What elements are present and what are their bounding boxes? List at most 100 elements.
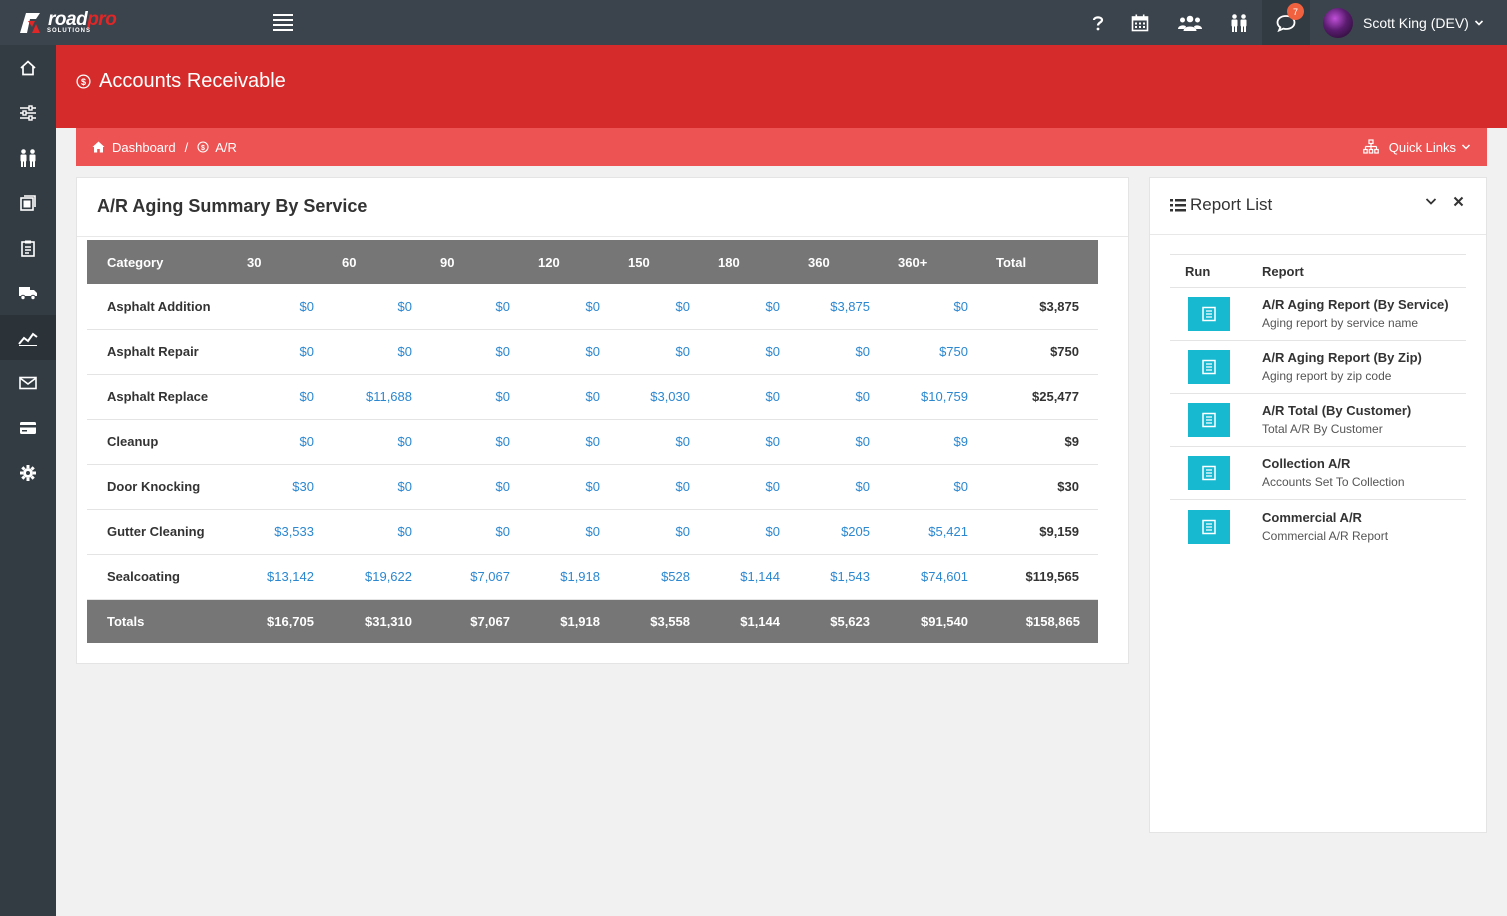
run-report-button[interactable] bbox=[1188, 403, 1230, 437]
amount-link[interactable]: $0 bbox=[237, 284, 332, 330]
amount-link[interactable]: $0 bbox=[618, 329, 708, 375]
report-name[interactable]: Commercial A/R bbox=[1262, 509, 1388, 527]
run-report-button[interactable] bbox=[1188, 509, 1230, 544]
close-icon[interactable] bbox=[1453, 196, 1464, 207]
amount-link[interactable]: $0 bbox=[332, 329, 430, 375]
sidebar-item-tasks[interactable] bbox=[0, 225, 56, 270]
amount-link[interactable]: $0 bbox=[332, 419, 430, 465]
amount-link[interactable]: $0 bbox=[430, 284, 528, 330]
quick-links-dropdown[interactable]: Quick Links bbox=[1362, 128, 1471, 166]
report-name[interactable]: A/R Aging Report (By Zip) bbox=[1262, 349, 1422, 367]
amount-link[interactable]: $0 bbox=[430, 464, 528, 510]
report-name[interactable]: Collection A/R bbox=[1262, 455, 1405, 473]
amount-link[interactable]: $7,067 bbox=[430, 554, 528, 600]
menu-toggle-button[interactable] bbox=[273, 14, 293, 31]
amount-link[interactable]: $74,601 bbox=[888, 554, 986, 600]
amount-link[interactable]: $0 bbox=[618, 419, 708, 465]
amount-link[interactable]: $0 bbox=[332, 284, 430, 330]
amount-link[interactable]: $5,421 bbox=[888, 509, 986, 555]
amount-link[interactable]: $1,144 bbox=[708, 554, 798, 600]
amount-link[interactable]: $0 bbox=[618, 284, 708, 330]
amount-link[interactable]: $0 bbox=[798, 464, 888, 510]
roadpro-logo[interactable]: roadpro SOLUTIONS bbox=[18, 9, 128, 35]
amount-link[interactable]: $0 bbox=[888, 464, 986, 510]
calendar-button[interactable] bbox=[1126, 0, 1154, 45]
help-button[interactable] bbox=[1084, 0, 1112, 45]
amount-link[interactable]: $10,759 bbox=[888, 374, 986, 420]
amount-link[interactable]: $0 bbox=[528, 284, 618, 330]
user-menu[interactable]: Scott King (DEV) bbox=[1323, 6, 1484, 40]
amount-link[interactable]: $19,622 bbox=[332, 554, 430, 600]
amount-link[interactable]: $1,543 bbox=[798, 554, 888, 600]
breadcrumb-separator: / bbox=[184, 139, 189, 155]
row-total-cell: $30 bbox=[986, 464, 1098, 510]
sidebar-item-people[interactable] bbox=[0, 135, 56, 180]
report-document-icon bbox=[1202, 519, 1216, 534]
amount-link[interactable]: $0 bbox=[332, 464, 430, 510]
amount-link[interactable]: $0 bbox=[528, 419, 618, 465]
amount-link[interactable]: $0 bbox=[708, 419, 798, 465]
amount-link[interactable]: $0 bbox=[528, 509, 618, 555]
amount-link[interactable]: $0 bbox=[888, 284, 986, 330]
breadcrumb-dashboard-link[interactable]: Dashboard bbox=[92, 140, 176, 155]
amount-link[interactable]: $0 bbox=[332, 509, 430, 555]
sidebar-item-catalog[interactable] bbox=[0, 180, 56, 225]
amount-link[interactable]: $13,142 bbox=[237, 554, 332, 600]
amount-link[interactable]: $1,918 bbox=[528, 554, 618, 600]
amount-link[interactable]: $0 bbox=[618, 464, 708, 510]
column-header: 150 bbox=[618, 240, 708, 284]
amount-link[interactable]: $3,875 bbox=[798, 284, 888, 330]
run-report-button[interactable] bbox=[1188, 297, 1230, 331]
amount-link[interactable]: $11,688 bbox=[332, 374, 430, 420]
amount-link[interactable]: $0 bbox=[708, 509, 798, 555]
sidebar-item-reports[interactable] bbox=[0, 315, 56, 360]
people-button[interactable] bbox=[1224, 0, 1254, 45]
amount-link[interactable]: $0 bbox=[430, 374, 528, 420]
amount-link[interactable]: $0 bbox=[528, 464, 618, 510]
amount-link[interactable]: $0 bbox=[708, 329, 798, 375]
amount-link[interactable]: $0 bbox=[430, 329, 528, 375]
amount-link[interactable]: $0 bbox=[528, 374, 618, 420]
amount-link[interactable]: $0 bbox=[237, 329, 332, 375]
users-group-button[interactable] bbox=[1173, 0, 1207, 45]
sidebar-item-trucks[interactable] bbox=[0, 270, 56, 315]
chevron-down-icon bbox=[1461, 144, 1471, 150]
amount-link[interactable]: $3,533 bbox=[237, 509, 332, 555]
amount-link[interactable]: $0 bbox=[528, 329, 618, 375]
total-amount-cell: $1,144 bbox=[708, 599, 798, 643]
totals-row: Totals $16,705 $31,310 $7,067 $1,918 $3,558 $1… bbox=[87, 599, 1098, 643]
sidebar-item-home[interactable] bbox=[0, 45, 56, 90]
sidebar-item-mail[interactable] bbox=[0, 360, 56, 405]
amount-link[interactable]: $9 bbox=[888, 419, 986, 465]
user-name: Scott King (DEV) bbox=[1363, 15, 1469, 31]
sidebar-item-settings-sliders[interactable] bbox=[0, 90, 56, 135]
sidebar-item-payments[interactable] bbox=[0, 405, 56, 450]
amount-link[interactable]: $750 bbox=[888, 329, 986, 375]
amount-link[interactable]: $528 bbox=[618, 554, 708, 600]
total-amount-cell: $158,865 bbox=[986, 599, 1098, 643]
collapse-chevron-icon[interactable] bbox=[1425, 197, 1437, 206]
amount-link[interactable]: $0 bbox=[237, 374, 332, 420]
amount-link[interactable]: $0 bbox=[430, 509, 528, 555]
amount-link[interactable]: $0 bbox=[708, 374, 798, 420]
run-report-button[interactable] bbox=[1188, 456, 1230, 490]
amount-link[interactable]: $0 bbox=[618, 509, 708, 555]
category-cell: Asphalt Repair bbox=[87, 329, 237, 375]
amount-link[interactable]: $205 bbox=[798, 509, 888, 555]
amount-link[interactable]: $0 bbox=[237, 419, 332, 465]
report-name[interactable]: A/R Total (By Customer) bbox=[1262, 402, 1411, 420]
amount-link[interactable]: $0 bbox=[708, 464, 798, 510]
amount-link[interactable]: $30 bbox=[237, 464, 332, 510]
amount-link[interactable]: $0 bbox=[798, 419, 888, 465]
run-cell bbox=[1170, 297, 1262, 331]
report-name[interactable]: A/R Aging Report (By Service) bbox=[1262, 296, 1449, 314]
amount-link[interactable]: $0 bbox=[798, 374, 888, 420]
amount-link[interactable]: $0 bbox=[430, 419, 528, 465]
chart-line-icon bbox=[18, 332, 38, 346]
amount-link[interactable]: $3,030 bbox=[618, 374, 708, 420]
amount-link[interactable]: $0 bbox=[798, 329, 888, 375]
chat-button[interactable]: 7 bbox=[1262, 0, 1310, 45]
run-report-button[interactable] bbox=[1188, 350, 1230, 384]
amount-link[interactable]: $0 bbox=[708, 284, 798, 330]
sidebar-item-settings[interactable] bbox=[0, 450, 56, 495]
